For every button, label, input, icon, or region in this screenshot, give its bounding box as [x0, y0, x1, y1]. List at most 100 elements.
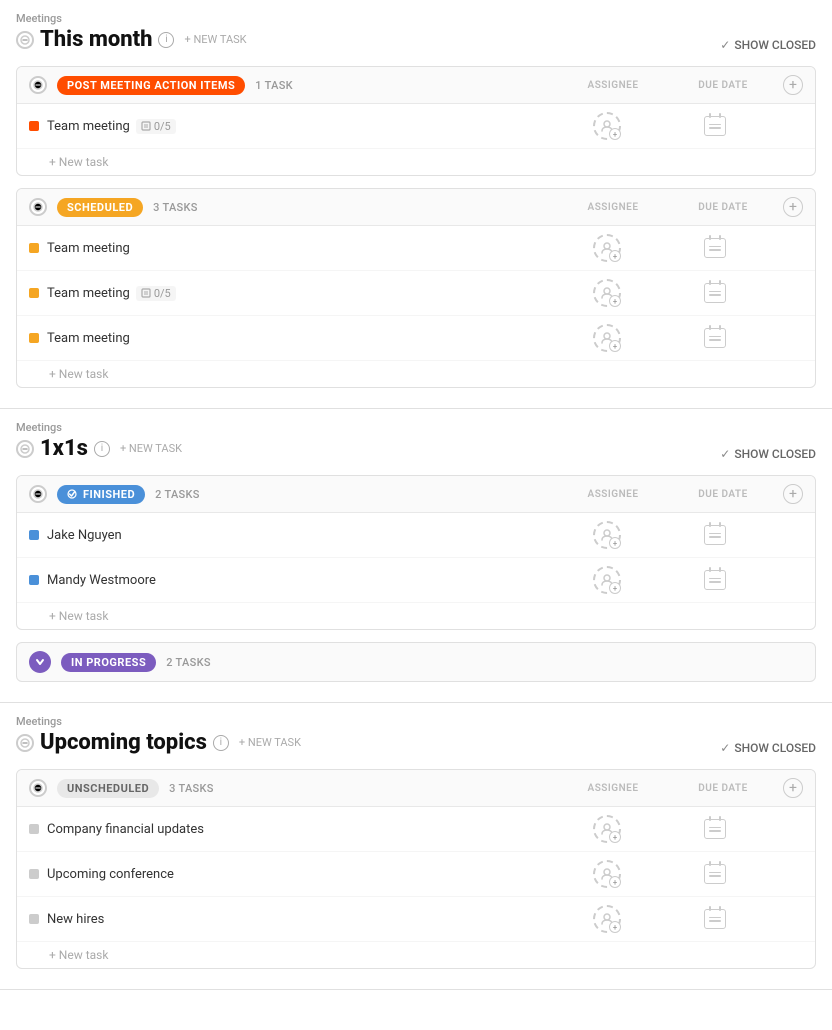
due-cell[interactable] — [665, 864, 765, 884]
due-cell[interactable] — [665, 116, 765, 136]
due-cell[interactable] — [665, 328, 765, 348]
col-due-label-2: DUE DATE — [673, 202, 773, 213]
assignee-cell[interactable]: + — [557, 566, 657, 594]
collapse-btn-1[interactable] — [16, 31, 34, 49]
new-task-inline-1[interactable]: + New task — [17, 149, 815, 175]
new-task-btn-3[interactable]: + NEW TASK — [235, 734, 305, 751]
calendar-icon[interactable] — [704, 909, 726, 929]
calendar-icon[interactable] — [704, 864, 726, 884]
new-task-inline-2[interactable]: + New task — [17, 361, 815, 387]
collapse-btn-2[interactable] — [16, 440, 34, 458]
add-col-btn-1[interactable]: + — [783, 75, 803, 95]
avatar-add[interactable]: + — [593, 860, 621, 888]
calendar-icon[interactable] — [704, 819, 726, 839]
group-header-unscheduled: UNSCHEDULED 3 TASKS ASSIGNEE DUE DATE + — [17, 770, 815, 807]
task-dot — [29, 333, 39, 343]
col-assignee-label-3: ASSIGNEE — [563, 489, 663, 500]
show-closed-btn-2[interactable]: ✓ SHOW CLOSED — [720, 447, 816, 461]
task-dot — [29, 121, 39, 131]
task-dot — [29, 824, 39, 834]
due-cell[interactable] — [665, 525, 765, 545]
expand-btn-in-progress[interactable] — [29, 651, 51, 673]
section-1x1s: Meetings 1x1s i + NEW TASK ✓ SHOW CLOSED — [0, 409, 832, 703]
calendar-icon[interactable] — [704, 116, 726, 136]
task-dot — [29, 530, 39, 540]
assignee-cell[interactable]: + — [557, 521, 657, 549]
badge-in-progress: IN PROGRESS — [61, 653, 156, 672]
avatar-plus-icon: + — [609, 876, 621, 888]
calendar-icon[interactable] — [704, 328, 726, 348]
assignee-cell[interactable]: + — [557, 324, 657, 352]
task-row: Upcoming conference + — [17, 852, 815, 897]
new-task-inline-4[interactable]: + New task — [17, 942, 815, 968]
col-due-label-4: DUE DATE — [673, 783, 773, 794]
task-row: Mandy Westmoore + — [17, 558, 815, 603]
meetings-label-3: Meetings — [16, 715, 305, 728]
avatar-add[interactable]: + — [593, 279, 621, 307]
new-task-inline-3[interactable]: + New task — [17, 603, 815, 629]
add-col-btn-3[interactable]: + — [783, 484, 803, 504]
avatar-add[interactable]: + — [593, 566, 621, 594]
avatar-add[interactable]: + — [593, 521, 621, 549]
task-row: New hires + — [17, 897, 815, 942]
badge-scheduled: SCHEDULED — [57, 198, 143, 217]
assignee-cell[interactable]: + — [557, 234, 657, 262]
due-cell[interactable] — [665, 570, 765, 590]
avatar-add[interactable]: + — [593, 324, 621, 352]
tasks-count-post-meeting: 1 TASK — [255, 79, 293, 92]
group-collapse-finished[interactable] — [29, 485, 47, 503]
avatar-plus-icon: + — [609, 537, 621, 549]
group-collapse-post-meeting[interactable] — [29, 76, 47, 94]
avatar-plus-icon: + — [609, 921, 621, 933]
collapse-btn-3[interactable] — [16, 734, 34, 752]
task-dot — [29, 243, 39, 253]
task-dot — [29, 288, 39, 298]
avatar-add[interactable]: + — [593, 234, 621, 262]
task-row: Team meeting + — [17, 226, 815, 271]
calendar-icon[interactable] — [704, 283, 726, 303]
calendar-icon[interactable] — [704, 570, 726, 590]
assignee-cell[interactable]: + — [557, 860, 657, 888]
group-collapse-scheduled[interactable] — [29, 198, 47, 216]
info-icon-3[interactable]: i — [213, 735, 229, 751]
col-assignee-label-2: ASSIGNEE — [563, 202, 663, 213]
info-icon-2[interactable]: i — [94, 441, 110, 457]
info-icon-1[interactable]: i — [158, 32, 174, 48]
task-row: Team meeting 0/5 + — [17, 271, 815, 316]
assignee-cell[interactable]: + — [557, 815, 657, 843]
group-finished: FINISHED 2 TASKS ASSIGNEE DUE DATE + Jak… — [16, 475, 816, 630]
due-cell[interactable] — [665, 283, 765, 303]
calendar-icon[interactable] — [704, 525, 726, 545]
task-dot — [29, 869, 39, 879]
add-col-btn-2[interactable]: + — [783, 197, 803, 217]
group-header-finished: FINISHED 2 TASKS ASSIGNEE DUE DATE + — [17, 476, 815, 513]
group-in-progress: IN PROGRESS 2 TASKS — [16, 642, 816, 682]
group-header-post-meeting: POST MEETING ACTION ITEMS 1 TASK ASSIGNE… — [17, 67, 815, 104]
assignee-cell[interactable]: + — [557, 905, 657, 933]
section-this-month: Meetings This month i + NEW TASK ✓ SHOW … — [0, 0, 832, 409]
avatar-plus-icon: + — [609, 295, 621, 307]
avatar-add[interactable]: + — [593, 815, 621, 843]
due-cell[interactable] — [665, 909, 765, 929]
task-dot — [29, 914, 39, 924]
add-col-btn-4[interactable]: + — [783, 778, 803, 798]
new-task-btn-2[interactable]: + NEW TASK — [116, 440, 186, 457]
avatar-add[interactable]: + — [593, 112, 621, 140]
show-closed-btn-1[interactable]: ✓ SHOW CLOSED — [720, 38, 816, 52]
task-name: Team meeting 0/5 — [47, 286, 549, 301]
show-closed-btn-3[interactable]: ✓ SHOW CLOSED — [720, 741, 816, 755]
assignee-cell[interactable]: + — [557, 112, 657, 140]
avatar-add[interactable]: + — [593, 905, 621, 933]
avatar-plus-icon: + — [609, 340, 621, 352]
assignee-cell[interactable]: + — [557, 279, 657, 307]
group-collapse-unscheduled[interactable] — [29, 779, 47, 797]
new-task-btn-1[interactable]: + NEW TASK — [180, 31, 250, 48]
task-name: Company financial updates — [47, 822, 549, 837]
subtask-badge: 0/5 — [136, 119, 176, 134]
due-cell[interactable] — [665, 819, 765, 839]
due-cell[interactable] — [665, 238, 765, 258]
task-name: New hires — [47, 912, 549, 927]
avatar-plus-icon: + — [609, 128, 621, 140]
calendar-icon[interactable] — [704, 238, 726, 258]
col-due-label-3: DUE DATE — [673, 489, 773, 500]
